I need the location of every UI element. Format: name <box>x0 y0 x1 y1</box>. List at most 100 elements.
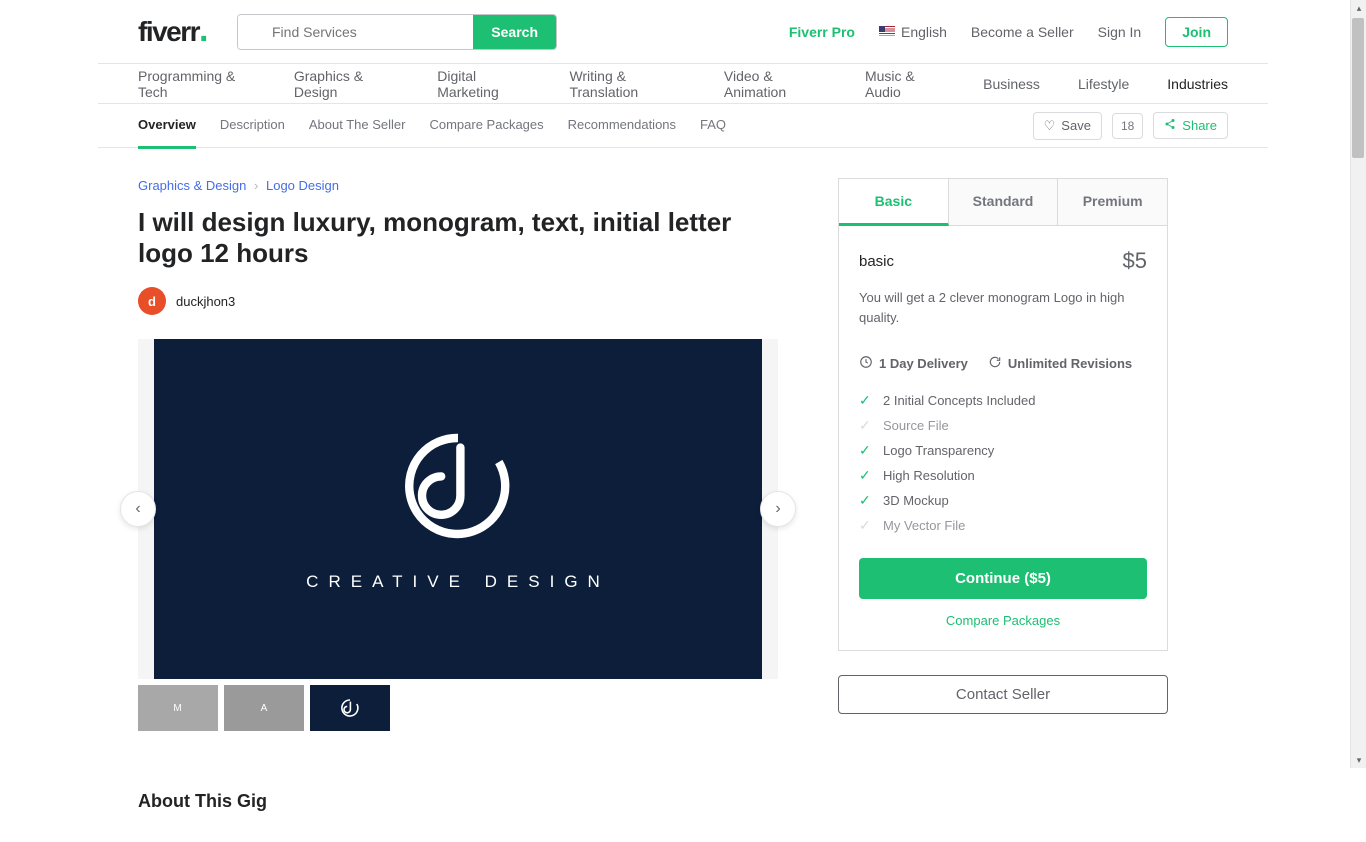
logo[interactable]: fiverr. <box>138 16 207 48</box>
package-price: $5 <box>1123 248 1147 274</box>
delivery-time: 1 Day Delivery <box>859 355 968 372</box>
subnav-right: ♡ Save 18 Share <box>1033 112 1228 140</box>
logo-dot: . <box>199 11 207 49</box>
compare-packages-link[interactable]: Compare Packages <box>859 613 1147 628</box>
tab-standard[interactable]: Standard <box>949 179 1059 226</box>
scrollbar[interactable]: ▴ ▾ <box>1350 0 1366 768</box>
thumb-2[interactable]: A <box>224 685 304 731</box>
category-nav: Programming & Tech Graphics & Design Dig… <box>98 64 1268 104</box>
features-list: ✓ 2 Initial Concepts Included ✓ Source Fil… <box>859 388 1147 538</box>
feature-label: 3D Mockup <box>883 493 949 508</box>
search-button[interactable]: Search <box>473 15 556 49</box>
package-body: basic $5 You will get a 2 clever monogra… <box>839 226 1167 650</box>
about-heading: About This Gig <box>138 791 778 812</box>
revisions: Unlimited Revisions <box>988 355 1132 372</box>
save-button[interactable]: ♡ Save <box>1033 112 1102 140</box>
check-icon: ✓ <box>859 467 873 484</box>
breadcrumb-category[interactable]: Graphics & Design <box>138 178 246 193</box>
search-wrap <box>238 15 473 49</box>
package-description: You will get a 2 clever monogram Logo in… <box>859 288 1147 327</box>
clock-icon <box>859 355 873 372</box>
contact-seller-button[interactable]: Contact Seller <box>838 675 1168 714</box>
cat-lifestyle[interactable]: Lifestyle <box>1078 76 1129 92</box>
feature-item: ✓ Source File <box>859 413 1147 438</box>
feature-label: 2 Initial Concepts Included <box>883 393 1035 408</box>
breadcrumb-subcategory[interactable]: Logo Design <box>266 178 339 193</box>
feature-item: ✓ 3D Mockup <box>859 488 1147 513</box>
become-seller-link[interactable]: Become a Seller <box>971 24 1074 40</box>
seller-name[interactable]: duckjhon3 <box>176 294 235 309</box>
search-input[interactable] <box>238 15 463 49</box>
tab-basic[interactable]: Basic <box>839 179 949 226</box>
continue-button[interactable]: Continue ($5) <box>859 558 1147 599</box>
content: Graphics & Design › Logo Design I will d… <box>98 148 1268 842</box>
us-flag-icon <box>879 26 895 37</box>
subnav-overview[interactable]: Overview <box>138 103 196 149</box>
check-icon: ✓ <box>859 392 873 409</box>
gallery-next-button[interactable]: › <box>760 491 796 527</box>
tab-premium[interactable]: Premium <box>1058 179 1167 226</box>
feature-label: My Vector File <box>883 518 965 533</box>
scroll-thumb[interactable] <box>1352 18 1364 158</box>
cat-graphics[interactable]: Graphics & Design <box>294 68 399 100</box>
header-right: Fiverr Pro English Become a Seller Sign … <box>789 17 1228 47</box>
scroll-up-icon[interactable]: ▴ <box>1351 0 1366 16</box>
sign-in-link[interactable]: Sign In <box>1098 24 1142 40</box>
chevron-right-icon: › <box>775 500 780 518</box>
feature-label: High Resolution <box>883 468 975 483</box>
package-tabs: Basic Standard Premium <box>839 179 1167 226</box>
revisions-label: Unlimited Revisions <box>1008 356 1132 371</box>
cat-music[interactable]: Music & Audio <box>865 68 945 100</box>
left-column: Graphics & Design › Logo Design I will d… <box>138 178 778 812</box>
slide-text: CREATIVE DESIGN <box>306 572 610 592</box>
language-selector[interactable]: English <box>879 24 947 40</box>
gallery-thumbs: M A <box>138 685 778 731</box>
feature-item: ✓ My Vector File <box>859 513 1147 538</box>
cat-industries[interactable]: Industries <box>1167 76 1228 92</box>
gig-title: I will design luxury, monogram, text, in… <box>138 207 778 269</box>
thumb-1[interactable]: M <box>138 685 218 731</box>
search-container: Search <box>237 14 557 50</box>
check-icon: ✓ <box>859 517 873 534</box>
check-icon: ✓ <box>859 417 873 434</box>
delivery-row: 1 Day Delivery Unlimited Revisions <box>859 355 1147 372</box>
feature-item: ✓ High Resolution <box>859 463 1147 488</box>
logo-text: fiverr <box>138 16 199 47</box>
share-button[interactable]: Share <box>1153 112 1228 139</box>
gallery: ‹ CREATIVE DESIGN › <box>138 339 778 679</box>
cat-business[interactable]: Business <box>983 76 1040 92</box>
gig-subnav: Overview Description About The Seller Co… <box>98 104 1268 148</box>
heart-icon: ♡ <box>1044 118 1056 134</box>
cat-writing[interactable]: Writing & Translation <box>569 68 685 100</box>
scroll-down-icon[interactable]: ▾ <box>1351 752 1366 768</box>
package-name: basic <box>859 253 894 270</box>
cat-video[interactable]: Video & Animation <box>724 68 827 100</box>
feature-label: Source File <box>883 418 949 433</box>
thumb-3[interactable] <box>310 685 390 731</box>
subnav-description[interactable]: Description <box>220 103 285 149</box>
save-label: Save <box>1061 118 1091 133</box>
fiverr-pro-link[interactable]: Fiverr Pro <box>789 24 855 40</box>
check-icon: ✓ <box>859 492 873 509</box>
subnav-compare[interactable]: Compare Packages <box>429 103 543 149</box>
subnav-recommendations[interactable]: Recommendations <box>568 103 676 149</box>
refresh-icon <box>988 355 1002 372</box>
join-button[interactable]: Join <box>1165 17 1228 47</box>
breadcrumb-sep: › <box>254 178 258 193</box>
cat-programming[interactable]: Programming & Tech <box>138 68 256 100</box>
gallery-prev-button[interactable]: ‹ <box>120 491 156 527</box>
feature-item: ✓Logo Transparency <box>859 438 1147 463</box>
cat-digital[interactable]: Digital Marketing <box>437 68 531 100</box>
subnav-about-seller[interactable]: About The Seller <box>309 103 406 149</box>
gig-logo-graphic <box>398 426 518 546</box>
subnav-faq[interactable]: FAQ <box>700 103 726 149</box>
share-icon <box>1164 118 1176 133</box>
share-label: Share <box>1182 118 1217 133</box>
right-column: Basic Standard Premium basic $5 You will… <box>838 178 1168 812</box>
feature-item: ✓ 2 Initial Concepts Included <box>859 388 1147 413</box>
seller-row: d duckjhon3 <box>138 287 778 315</box>
chevron-left-icon: ‹ <box>135 500 140 518</box>
breadcrumb: Graphics & Design › Logo Design <box>138 178 778 193</box>
gallery-main-image[interactable]: CREATIVE DESIGN <box>154 339 762 679</box>
seller-avatar[interactable]: d <box>138 287 166 315</box>
